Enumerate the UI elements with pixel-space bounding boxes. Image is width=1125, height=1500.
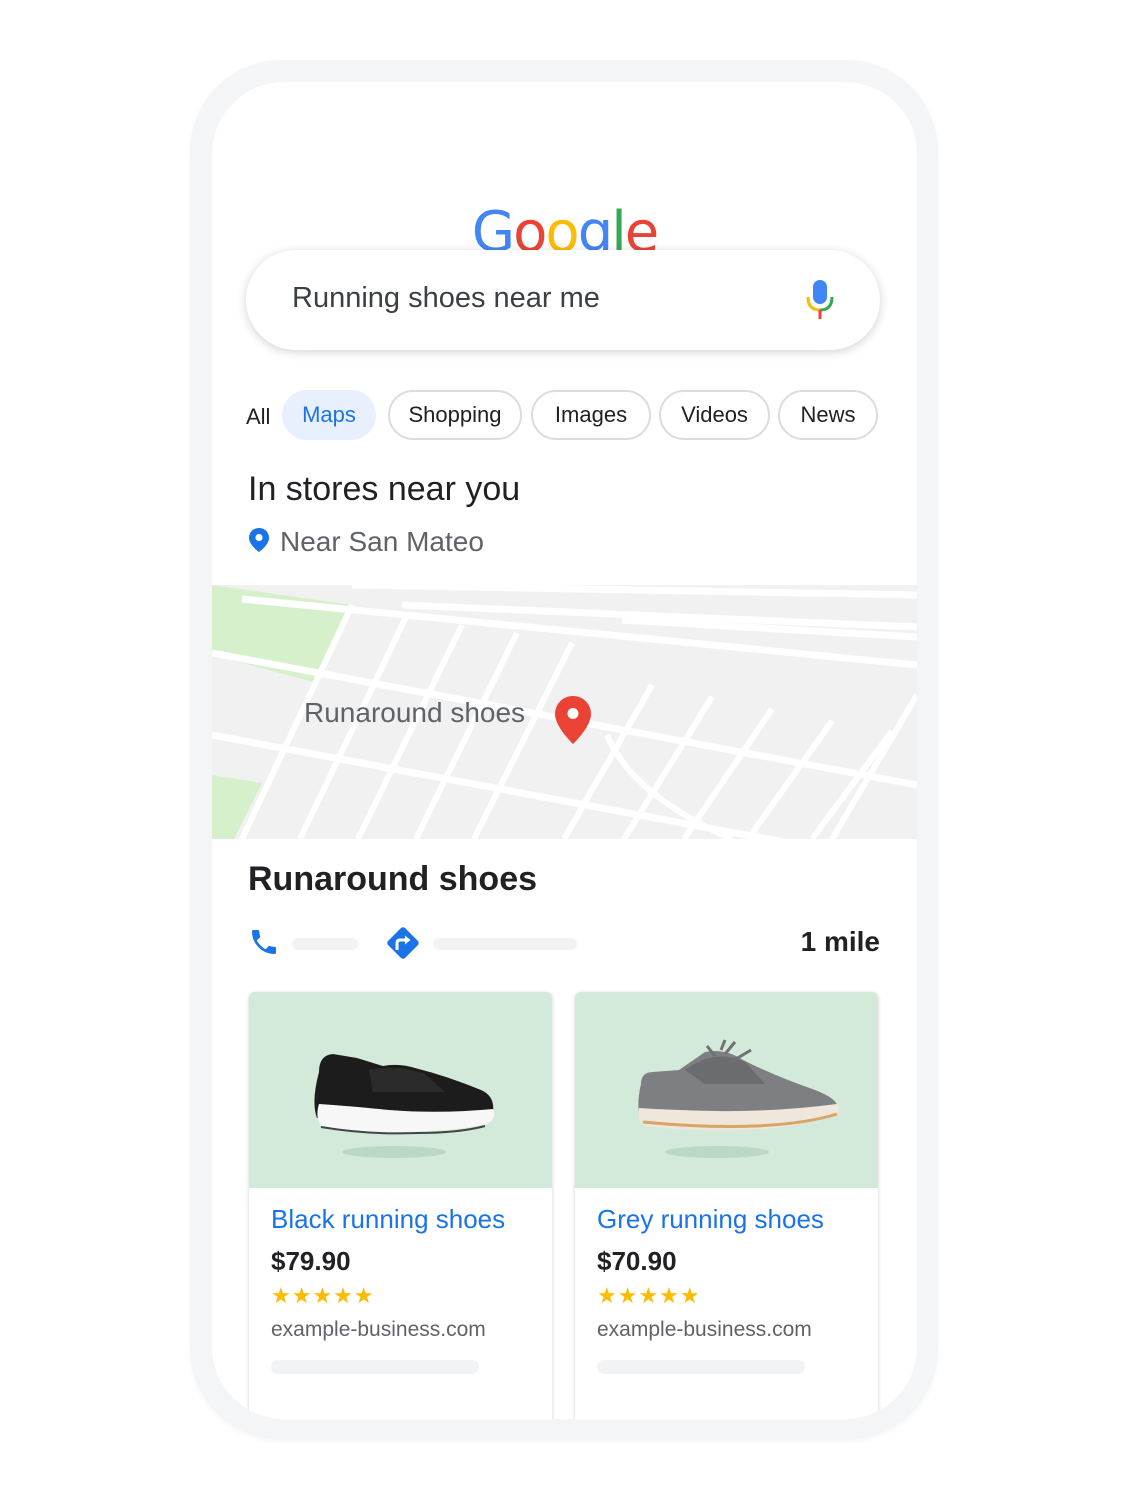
product-name[interactable]: Black running shoes [271, 1204, 505, 1235]
product-price: $79.90 [271, 1246, 351, 1276]
tab-maps[interactable]: Maps [282, 390, 376, 440]
star-rating: ★★★★★ [271, 1283, 375, 1308]
search-bar[interactable]: Running shoes near me [246, 250, 880, 350]
star-rating: ★★★★★ [597, 1283, 701, 1308]
map-view[interactable]: Runaround shoes [212, 585, 917, 839]
address-placeholder [433, 938, 577, 950]
microphone-icon[interactable] [804, 278, 836, 327]
directions-icon[interactable] [384, 924, 422, 967]
product-name[interactable]: Grey running shoes [597, 1204, 824, 1235]
section-title: In stores near you [248, 470, 521, 508]
search-tabs: All Maps Shopping Images Videos News [246, 390, 906, 444]
map-pin-icon[interactable] [554, 695, 592, 750]
map-store-label: Runaround shoes [304, 697, 526, 728]
store-name[interactable]: Runaround shoes [248, 860, 537, 899]
text-placeholder [271, 1360, 479, 1374]
tab-videos[interactable]: Videos [659, 390, 770, 440]
phone-icon[interactable] [248, 926, 280, 963]
location-pin-icon [248, 527, 270, 560]
product-card[interactable]: Black running shoes $79.90 ★★★★★ example… [249, 992, 552, 1419]
text-placeholder [597, 1360, 805, 1374]
store-contact-row: 1 mile [248, 924, 880, 964]
location-row[interactable]: Near San Mateo [248, 526, 484, 560]
phone-screen: Google Running shoes near me All Maps Sh… [212, 82, 917, 1419]
search-input[interactable]: Running shoes near me [292, 282, 600, 315]
phone-number-placeholder [292, 938, 358, 950]
black-shoe-image [314, 1054, 495, 1158]
tab-news[interactable]: News [778, 390, 878, 440]
product-image [249, 992, 552, 1188]
product-image [575, 992, 878, 1188]
product-card[interactable]: Grey running shoes $70.90 ★★★★★ example-… [575, 992, 878, 1419]
tab-images[interactable]: Images [531, 390, 651, 440]
tab-all[interactable]: All [246, 404, 270, 430]
product-price: $70.90 [597, 1246, 677, 1276]
grey-shoe-image [638, 1039, 839, 1158]
product-site: example-business.com [597, 1318, 812, 1341]
tab-shopping[interactable]: Shopping [388, 390, 522, 440]
product-site: example-business.com [271, 1318, 486, 1341]
location-text: Near San Mateo [280, 526, 484, 557]
distance-label: 1 mile [800, 926, 880, 957]
